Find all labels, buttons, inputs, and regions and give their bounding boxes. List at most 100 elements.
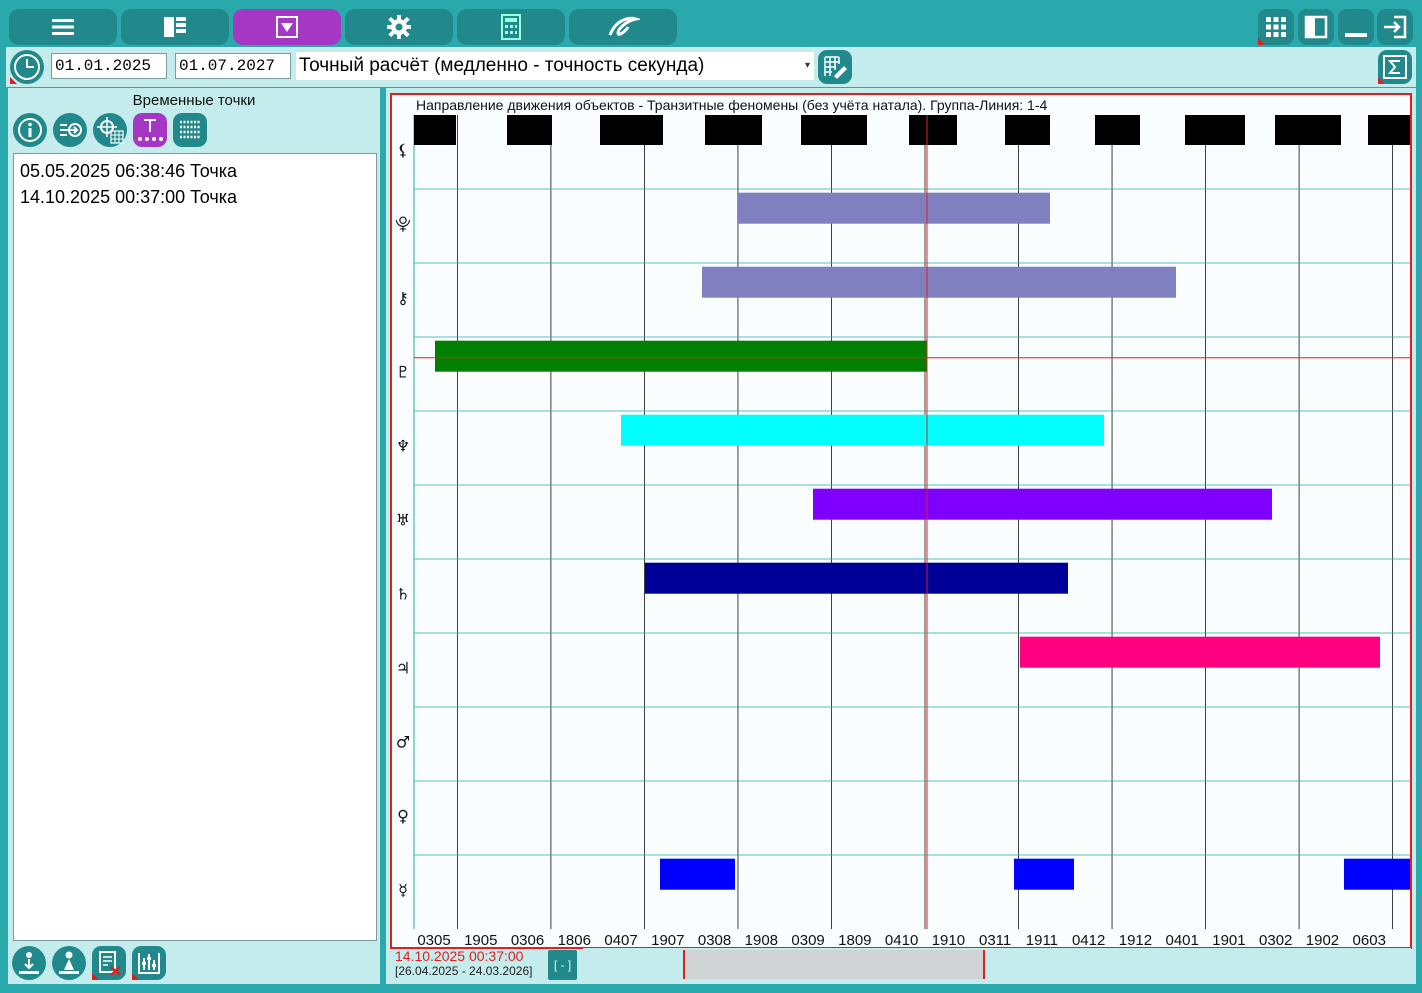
x-tick-label: 0302 bbox=[1259, 932, 1292, 947]
menu-icon bbox=[52, 19, 74, 35]
x-tick-label: 1912 bbox=[1119, 932, 1152, 947]
chart-adjust-icon bbox=[138, 953, 160, 974]
planet-symbol: ⯓ bbox=[395, 215, 411, 234]
time-points-list[interactable]: 05.05.2025 06:38:46 Точка 14.10.2025 00:… bbox=[13, 153, 377, 941]
x-tick-label: 1905 bbox=[464, 932, 497, 947]
transit-bar bbox=[1095, 115, 1140, 145]
x-tick-label: 0603 bbox=[1353, 932, 1386, 947]
x-tick-label: 0401 bbox=[1166, 932, 1199, 947]
app-window: 01.01.2025 01.07.2027 Точный расчёт (мед… bbox=[0, 0, 1422, 993]
zoom-out-button[interactable]: [ - ] bbox=[548, 950, 577, 980]
person-button[interactable] bbox=[52, 946, 86, 980]
transit-bar bbox=[645, 562, 1068, 594]
calculation-mode-value: Точный расчёт (медленно - точность секун… bbox=[299, 55, 705, 76]
x-tick-label: 0309 bbox=[791, 932, 824, 947]
timeline-scrollbar[interactable] bbox=[583, 948, 1411, 981]
transit-bar bbox=[1344, 858, 1410, 890]
minimize-icon bbox=[1345, 33, 1367, 37]
date-range-label: [26.04.2025 - 24.03.2026] bbox=[395, 964, 533, 978]
timeline-point-icon bbox=[138, 119, 163, 141]
x-tick-label: 0311 bbox=[979, 932, 1011, 947]
x-tick-label: 1901 bbox=[1212, 932, 1245, 947]
transit-bar bbox=[705, 115, 762, 145]
toolbar: 01.01.2025 01.07.2027 Точный расчёт (мед… bbox=[6, 47, 1416, 87]
dropdown-box-icon bbox=[276, 16, 298, 38]
planet-symbol: ♄ bbox=[396, 585, 410, 604]
transit-bar bbox=[801, 115, 867, 145]
transit-bar bbox=[909, 115, 957, 145]
x-tick-label: 1806 bbox=[558, 932, 591, 947]
transit-bar bbox=[414, 115, 456, 145]
info-icon bbox=[18, 118, 42, 142]
planet-symbol: ♀ bbox=[397, 807, 409, 826]
target-grid-icon bbox=[97, 117, 124, 144]
menu-tab[interactable] bbox=[9, 9, 117, 45]
red-corner-marker bbox=[1378, 77, 1385, 84]
person-down-button[interactable] bbox=[12, 946, 46, 980]
transit-bar bbox=[507, 115, 552, 145]
calculator-icon bbox=[501, 14, 521, 40]
minimize-button[interactable] bbox=[1338, 9, 1374, 45]
layout-tab[interactable] bbox=[121, 9, 229, 45]
list-button[interactable] bbox=[173, 113, 207, 147]
transit-bar bbox=[813, 488, 1272, 520]
red-corner-marker bbox=[92, 973, 99, 980]
list-item[interactable]: 05.05.2025 06:38:46 Точка bbox=[14, 158, 376, 184]
red-corner-marker bbox=[132, 973, 139, 980]
layout-icon bbox=[164, 17, 186, 37]
panel-title: Временные точки bbox=[132, 92, 256, 109]
red-corner-marker bbox=[1258, 38, 1265, 45]
grid-icon bbox=[1266, 17, 1286, 37]
planet-symbol: ♆ bbox=[396, 437, 410, 456]
x-tick-label: 1911 bbox=[1026, 932, 1058, 947]
grid-edit-icon bbox=[824, 56, 847, 79]
exit-icon bbox=[1384, 15, 1407, 39]
time-points-panel: Временные точки 05.05.2025 06:38:46 Точк… bbox=[8, 88, 380, 984]
gantt-chart-area[interactable]: Направление движения объектов - Транзитн… bbox=[390, 93, 1412, 949]
x-tick-label: 1902 bbox=[1306, 932, 1339, 947]
grid-edit-button[interactable] bbox=[818, 50, 852, 84]
target-grid-button[interactable] bbox=[93, 113, 127, 147]
transit-bar bbox=[600, 115, 663, 145]
info-button[interactable] bbox=[13, 113, 47, 147]
planet-symbol: ⚷ bbox=[397, 289, 409, 308]
list-icon bbox=[180, 120, 200, 139]
x-tick-label: 0305 bbox=[417, 932, 450, 947]
settings-tab[interactable] bbox=[345, 9, 453, 45]
logo-icon bbox=[608, 16, 640, 36]
planet-symbol: ♃ bbox=[396, 659, 410, 678]
transit-bar bbox=[435, 340, 927, 372]
person-icon bbox=[59, 951, 79, 974]
panel-toggle-button[interactable] bbox=[1298, 9, 1334, 45]
transit-bar bbox=[1020, 636, 1380, 668]
import-button[interactable] bbox=[53, 113, 87, 147]
scrollbar-thumb[interactable] bbox=[683, 950, 985, 979]
transit-bar bbox=[1368, 115, 1410, 145]
transit-bar bbox=[1275, 115, 1341, 145]
date-to-field[interactable]: 01.07.2027 bbox=[175, 53, 291, 79]
transit-bar bbox=[660, 858, 735, 890]
x-tick-label: 0407 bbox=[604, 932, 637, 947]
gantt-chart: ⚸ ⯓ ⚷ ♇ ♆ ♅ ♄ ♃ ♂ ♀ ☿ 0305 1905 0306 1806 0407 1907 0308 1… bbox=[395, 115, 1410, 947]
exit-button[interactable] bbox=[1377, 9, 1413, 45]
calculator-tab[interactable] bbox=[457, 9, 565, 45]
date-from-field[interactable]: 01.01.2025 bbox=[51, 53, 167, 79]
current-date-label: 14.10.2025 00:37:00 bbox=[395, 948, 524, 964]
timeline-point-button[interactable] bbox=[133, 113, 167, 147]
planet-symbol: ☿ bbox=[398, 881, 408, 900]
panel-toggle-icon bbox=[1304, 15, 1328, 39]
transit-bar bbox=[1014, 858, 1074, 890]
red-corner-marker bbox=[10, 77, 17, 84]
transit-bar bbox=[1185, 115, 1245, 145]
calculation-mode-select[interactable]: Точный расчёт (медленно - точность секун… bbox=[296, 52, 814, 80]
list-item[interactable]: 14.10.2025 00:37:00 Точка bbox=[14, 184, 376, 210]
transit-bar bbox=[738, 192, 1050, 224]
transit-bar bbox=[1005, 115, 1050, 145]
import-icon bbox=[60, 123, 82, 137]
x-tick-label: 0306 bbox=[511, 932, 544, 947]
transit-bar bbox=[621, 414, 1104, 446]
x-tick-label: 1910 bbox=[932, 932, 965, 947]
dropdown-tab[interactable] bbox=[233, 9, 341, 45]
delete-list-icon bbox=[99, 951, 121, 976]
logo-tab[interactable] bbox=[569, 9, 677, 45]
